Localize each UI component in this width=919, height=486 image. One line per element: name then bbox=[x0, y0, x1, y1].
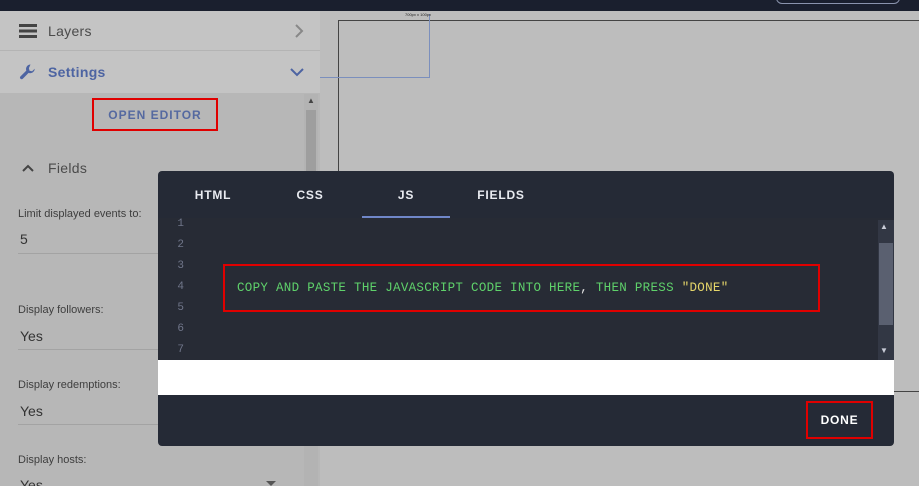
limit-events-label: Limit displayed events to: bbox=[18, 208, 142, 220]
layers-label: Layers bbox=[48, 22, 92, 39]
widget-selection-box[interactable] bbox=[320, 14, 430, 78]
line-number: 6 bbox=[177, 323, 184, 335]
display-hosts-select[interactable]: Yes bbox=[20, 477, 43, 486]
line-number: 3 bbox=[177, 260, 184, 272]
editor-scroll-thumb[interactable] bbox=[879, 243, 893, 325]
tab-css[interactable]: CSS bbox=[273, 171, 347, 218]
settings-section-header[interactable]: Settings bbox=[0, 52, 320, 92]
code-text-quoted: "DONE" bbox=[681, 281, 729, 295]
display-redemptions-select[interactable]: Yes bbox=[20, 403, 43, 419]
settings-label: Settings bbox=[48, 64, 106, 80]
chevron-right-icon bbox=[294, 23, 304, 44]
done-button[interactable]: DONE bbox=[806, 401, 873, 439]
code-text-then: THEN PRESS bbox=[588, 281, 682, 295]
display-redemptions-label: Display redemptions: bbox=[18, 379, 121, 391]
dropdown-arrow-icon bbox=[266, 481, 276, 486]
chevron-up-icon bbox=[22, 159, 34, 177]
code-text-comma: , bbox=[580, 281, 589, 295]
chevron-down-icon bbox=[290, 64, 304, 82]
line-number: 2 bbox=[177, 239, 184, 251]
tab-js[interactable]: JS bbox=[362, 171, 450, 218]
top-bar-button[interactable] bbox=[776, 0, 900, 4]
tab-html[interactable]: HTML bbox=[176, 171, 250, 218]
line-number: 5 bbox=[177, 302, 184, 314]
tab-fields[interactable]: FIELDS bbox=[464, 171, 538, 218]
fields-section-header[interactable]: Fields bbox=[22, 159, 87, 177]
line-number: 7 bbox=[177, 344, 184, 356]
wrench-icon bbox=[19, 64, 37, 80]
code-text-main: COPY AND PASTE THE JAVASCRIPT CODE INTO … bbox=[237, 281, 581, 295]
display-followers-select[interactable]: Yes bbox=[20, 328, 43, 344]
scroll-down-icon[interactable]: ▼ bbox=[880, 346, 888, 355]
editor-footer-bar bbox=[158, 360, 894, 395]
limit-events-input[interactable]: 5 bbox=[20, 231, 28, 247]
layers-section-header[interactable]: Layers bbox=[0, 11, 320, 51]
editor-tabs: HTML CSS JS FIELDS bbox=[158, 171, 894, 218]
top-bar bbox=[0, 0, 919, 11]
layers-icon bbox=[19, 23, 37, 39]
code-instruction-text: COPY AND PASTE THE JAVASCRIPT CODE INTO … bbox=[223, 264, 820, 312]
scroll-up-icon[interactable]: ▲ bbox=[880, 222, 888, 231]
code-editor-modal: HTML CSS JS FIELDS 1 2 3 4 5 6 7 COPY AN… bbox=[158, 171, 894, 446]
line-number: 4 bbox=[177, 281, 184, 293]
line-number: 1 bbox=[177, 218, 184, 230]
display-followers-label: Display followers: bbox=[18, 304, 104, 316]
scroll-up-icon[interactable]: ▲ bbox=[305, 95, 317, 107]
open-editor-button[interactable]: OPEN EDITOR bbox=[92, 98, 218, 131]
display-hosts-label: Display hosts: bbox=[18, 454, 87, 466]
sidebar-scroll-thumb[interactable] bbox=[306, 110, 316, 180]
fields-label: Fields bbox=[48, 160, 88, 176]
widget-size-tag: 700px x 100px bbox=[405, 12, 432, 17]
